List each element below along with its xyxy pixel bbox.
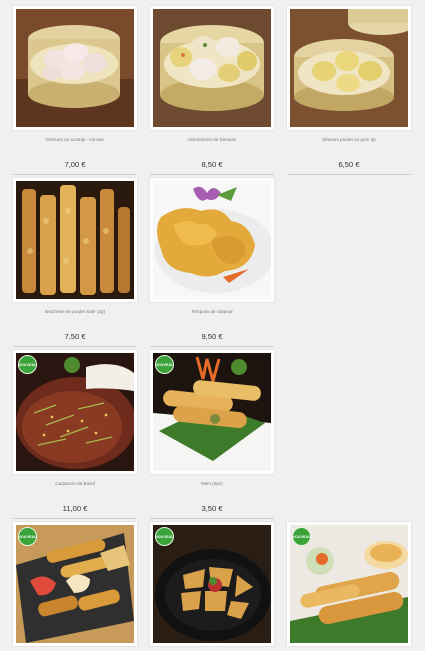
product-card[interactable]: NOUVEAU Nem (2pc) 3,50 € xyxy=(150,350,274,519)
product-image[interactable] xyxy=(287,6,411,130)
product-image[interactable] xyxy=(13,6,137,130)
divider xyxy=(150,174,274,175)
steamer-assorted-dimsum-image xyxy=(153,9,271,127)
product-image[interactable]: NOUVEAU xyxy=(13,522,137,646)
product-price: 8,50 € xyxy=(201,160,223,169)
product-card[interactable]: Tempura de calamar 9,50 € xyxy=(150,178,274,347)
product-price: 11,00 € xyxy=(62,504,88,513)
product-name: Tempura de calamar xyxy=(191,309,233,314)
new-badge: NOUVEAU xyxy=(155,355,174,374)
product-name: Dimsum poulet ou porc 4p xyxy=(322,137,376,142)
product-image[interactable] xyxy=(150,178,274,302)
steamer-pork-dumplings-image xyxy=(290,9,408,127)
new-badge: NOUVEAU xyxy=(18,527,37,546)
divider xyxy=(150,346,274,347)
product-price: 7,00 € xyxy=(64,160,86,169)
product-image[interactable]: NOUVEAU xyxy=(150,350,274,474)
product-card[interactable]: NOUVEAU Carpaccio de Bœuf 11,00 € xyxy=(13,350,137,519)
product-card[interactable]: NOUVEAU xyxy=(150,522,274,646)
product-name: Brochette de poulet Saté (3p) xyxy=(44,309,105,314)
chicken-skewers-image xyxy=(16,181,134,299)
divider xyxy=(13,174,137,175)
product-image[interactable] xyxy=(150,6,274,130)
divider xyxy=(13,346,137,347)
product-price: 9,50 € xyxy=(201,332,223,341)
product-image[interactable]: NOUVEAU xyxy=(287,522,411,646)
product-name: Nem (2pc) xyxy=(201,481,223,486)
product-card[interactable]: Brochette de poulet Saté (3p) 7,50 € xyxy=(13,178,137,347)
product-card[interactable]: Assortiment de Dimsum 8,50 € xyxy=(150,6,274,175)
divider xyxy=(150,518,274,519)
divider xyxy=(287,174,411,175)
product-price: 3,50 € xyxy=(201,504,223,513)
new-badge: NOUVEAU xyxy=(18,355,37,374)
product-card[interactable]: NOUVEAU xyxy=(287,522,411,646)
product-image[interactable] xyxy=(13,178,137,302)
product-image[interactable]: NOUVEAU xyxy=(13,350,137,474)
new-badge: NOUVEAU xyxy=(155,527,174,546)
product-price: 7,50 € xyxy=(64,332,86,341)
product-name: Carpaccio de Bœuf xyxy=(55,481,95,486)
product-card[interactable]: NOUVEAU xyxy=(13,522,137,646)
product-image[interactable]: NOUVEAU xyxy=(150,522,274,646)
product-card[interactable]: Dimsum au scampi - Ha sao 7,00 € xyxy=(13,6,137,175)
steamer-shrimp-dumplings-image xyxy=(16,9,134,127)
product-card[interactable]: Dimsum poulet ou porc 4p 6,50 € xyxy=(287,6,411,175)
calamari-tempura-image xyxy=(153,181,271,299)
product-name: Assortiment de Dimsum xyxy=(187,137,237,142)
new-badge: NOUVEAU xyxy=(292,527,311,546)
product-price: 6,50 € xyxy=(338,160,360,169)
product-name: Dimsum au scampi - Ha sao xyxy=(46,137,104,142)
divider xyxy=(13,518,137,519)
